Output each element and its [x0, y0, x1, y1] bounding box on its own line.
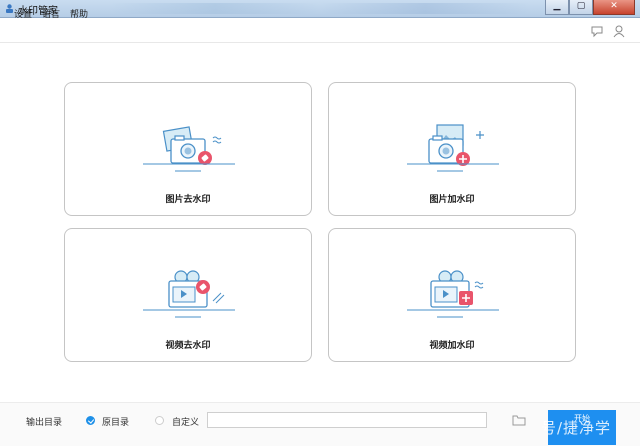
menu-language[interactable]: 语言: [42, 7, 60, 20]
window-controls: ▁ ▢ ✕: [545, 0, 635, 15]
card-video-add-watermark[interactable]: 视频加水印: [328, 228, 576, 362]
card-photo-remove-watermark[interactable]: 图片去水印: [64, 82, 312, 216]
card-label: 视频加水印: [429, 341, 475, 351]
radio-custom-directory[interactable]: [155, 416, 164, 425]
feedback-icon[interactable]: [590, 24, 604, 38]
user-icon[interactable]: [612, 24, 626, 38]
menu-bar: [0, 18, 640, 43]
card-video-remove-watermark[interactable]: 视频去水印: [64, 228, 312, 362]
photo-remove-watermark-icon: [143, 126, 235, 172]
card-photo-add-watermark[interactable]: 图片加水印: [328, 82, 576, 216]
title-bar: 水印管家 ▁ ▢ ✕: [0, 0, 640, 18]
menu-help[interactable]: 帮助: [70, 7, 88, 20]
video-add-watermark-icon: [407, 270, 499, 318]
menu-settings[interactable]: 设置: [14, 7, 32, 20]
card-label: 视频去水印: [165, 341, 211, 351]
maximize-button[interactable]: ▢: [569, 0, 593, 15]
card-label: 图片去水印: [165, 195, 211, 205]
folder-icon[interactable]: [512, 413, 526, 427]
radio-original-directory[interactable]: [86, 416, 95, 425]
option-original-label[interactable]: 原目录: [102, 415, 129, 428]
output-directory-label: 输出目录: [26, 418, 63, 428]
option-custom-label[interactable]: 自定义: [172, 415, 199, 428]
minimize-button[interactable]: ▁: [545, 0, 569, 15]
card-label: 图片加水印: [429, 195, 475, 205]
blurred-background: [110, 3, 530, 14]
video-remove-watermark-icon: [143, 270, 235, 318]
close-button[interactable]: ✕: [593, 0, 635, 15]
overlay-watermark-text: 号/捷净学: [541, 419, 612, 437]
output-path-input[interactable]: [207, 412, 487, 428]
photo-add-watermark-icon: [407, 124, 499, 172]
